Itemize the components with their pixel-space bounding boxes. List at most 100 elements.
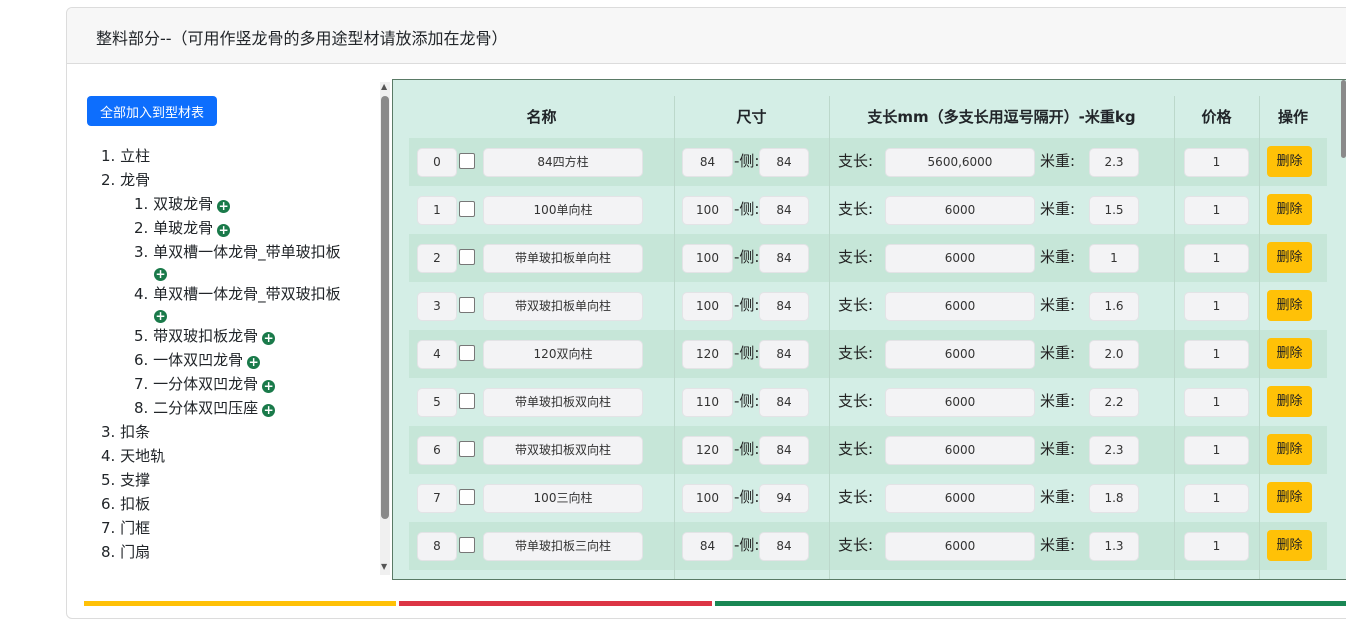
tree-item-label[interactable]: 1. 立柱 xyxy=(101,147,150,165)
size-input[interactable]: 100 xyxy=(682,292,733,321)
delete-button[interactable]: 删除 xyxy=(1267,242,1312,273)
scroll-up-icon[interactable]: ▲ xyxy=(381,82,387,91)
price-input[interactable]: 1 xyxy=(1184,196,1249,225)
plus-circle-icon[interactable]: + xyxy=(262,380,276,393)
length-input[interactable]: 6000 xyxy=(885,244,1035,273)
length-input[interactable]: 6000 xyxy=(885,532,1035,561)
price-input[interactable]: 1 xyxy=(1184,532,1249,561)
tree-item[interactable]: 7. 门框 xyxy=(101,516,341,540)
weight-input[interactable]: 1 xyxy=(1089,244,1139,273)
plus-circle-icon[interactable]: + xyxy=(217,200,231,213)
size-input[interactable]: 84 xyxy=(682,148,733,177)
tree-item-label[interactable]: 7. 一分体双凹龙骨 xyxy=(134,375,258,393)
name-input[interactable]: 84四方柱 xyxy=(483,148,643,177)
price-input[interactable]: 1 xyxy=(1184,148,1249,177)
name-input[interactable]: 100三向柱 xyxy=(483,484,643,513)
delete-button[interactable]: 删除 xyxy=(1267,482,1312,513)
name-input[interactable]: 带单玻扣板双向柱 xyxy=(483,388,643,417)
tree-item-label[interactable]: 8. 二分体双凹压座 xyxy=(134,399,258,417)
tree-item[interactable]: 8. 门扇 xyxy=(101,540,341,564)
tree-item[interactable]: 4. 天地轨 xyxy=(101,444,341,468)
weight-input[interactable]: 1.8 xyxy=(1089,484,1139,513)
row-checkbox[interactable] xyxy=(459,441,475,457)
length-input[interactable]: 6000 xyxy=(885,484,1035,513)
row-checkbox[interactable] xyxy=(459,297,475,313)
tree-item[interactable]: 8. 二分体双凹压座 + xyxy=(101,396,341,420)
tree-item-label[interactable]: 5. 支撑 xyxy=(101,471,150,489)
page-scrollbar[interactable] xyxy=(1341,80,1346,158)
length-input[interactable]: 6000 xyxy=(885,292,1035,321)
name-input[interactable]: 带双玻扣板单向柱 xyxy=(483,292,643,321)
plus-circle-icon[interactable]: + xyxy=(154,268,167,281)
length-input[interactable]: 5600,6000 xyxy=(885,148,1035,177)
tree-item[interactable]: 3. 扣条 xyxy=(101,420,341,444)
tree-item[interactable]: 2. 单玻龙骨 + xyxy=(101,216,341,240)
side-input[interactable]: 84 xyxy=(759,148,809,177)
scroll-thumb[interactable] xyxy=(381,96,389,519)
delete-button[interactable]: 删除 xyxy=(1267,290,1312,321)
row-checkbox[interactable] xyxy=(459,201,475,217)
row-checkbox[interactable] xyxy=(459,249,475,265)
side-input[interactable]: 84 xyxy=(759,532,809,561)
tree-item[interactable]: 6. 一体双凹龙骨 + xyxy=(101,348,341,372)
tree-item[interactable]: 5. 支撑 xyxy=(101,468,341,492)
red-button-edge[interactable] xyxy=(399,601,712,606)
tree-item-label[interactable]: 4. 天地轨 xyxy=(101,447,165,465)
name-input[interactable]: 100单向柱 xyxy=(483,196,643,225)
delete-button[interactable]: 删除 xyxy=(1267,434,1312,465)
name-input[interactable]: 带单玻扣板单向柱 xyxy=(483,244,643,273)
price-input[interactable]: 1 xyxy=(1184,484,1249,513)
tree-item[interactable]: 1. 立柱 xyxy=(101,144,341,168)
row-checkbox[interactable] xyxy=(459,537,475,553)
weight-input[interactable]: 1.6 xyxy=(1089,292,1139,321)
price-input[interactable]: 1 xyxy=(1184,244,1249,273)
size-input[interactable]: 110 xyxy=(682,388,733,417)
size-input[interactable]: 84 xyxy=(682,532,733,561)
name-input[interactable]: 120双向柱 xyxy=(483,340,643,369)
weight-input[interactable]: 1.3 xyxy=(1089,532,1139,561)
tree-item-label[interactable]: 2. 龙骨 xyxy=(101,171,150,189)
delete-button[interactable]: 删除 xyxy=(1267,146,1312,177)
tree-item-label[interactable]: 1. 双玻龙骨 xyxy=(134,195,213,213)
tree-item-label[interactable]: 3. 扣条 xyxy=(101,423,150,441)
row-checkbox[interactable] xyxy=(459,153,475,169)
row-checkbox[interactable] xyxy=(459,489,475,505)
weight-input[interactable]: 2.2 xyxy=(1089,388,1139,417)
tree-item-label[interactable]: 2. 单玻龙骨 xyxy=(134,219,213,237)
side-input[interactable]: 84 xyxy=(759,244,809,273)
green-button-edge[interactable] xyxy=(715,601,1346,606)
side-input[interactable]: 94 xyxy=(759,484,809,513)
size-input[interactable]: 120 xyxy=(682,340,733,369)
tree-item-label[interactable]: 6. 扣板 xyxy=(101,495,150,513)
delete-button[interactable]: 删除 xyxy=(1267,338,1312,369)
tree-item[interactable]: 2. 龙骨 xyxy=(101,168,341,192)
weight-input[interactable]: 2.3 xyxy=(1089,148,1139,177)
weight-input[interactable]: 2.3 xyxy=(1089,436,1139,465)
plus-circle-icon[interactable]: + xyxy=(217,224,231,237)
price-input[interactable]: 1 xyxy=(1184,340,1249,369)
price-input[interactable]: 1 xyxy=(1184,292,1249,321)
side-input[interactable]: 84 xyxy=(759,388,809,417)
tree-item[interactable]: 3. 单双槽一体龙骨_带单玻扣板 xyxy=(101,240,341,264)
weight-input[interactable]: 2.0 xyxy=(1089,340,1139,369)
price-input[interactable]: 1 xyxy=(1184,388,1249,417)
tree-item[interactable]: 4. 单双槽一体龙骨_带双玻扣板 xyxy=(101,282,341,306)
delete-button[interactable]: 删除 xyxy=(1267,386,1312,417)
price-input[interactable]: 1 xyxy=(1184,436,1249,465)
scroll-down-icon[interactable]: ▼ xyxy=(381,562,387,571)
plus-circle-icon[interactable]: + xyxy=(154,310,167,323)
yellow-button-edge[interactable] xyxy=(84,601,396,606)
length-input[interactable]: 6000 xyxy=(885,196,1035,225)
row-checkbox[interactable] xyxy=(459,345,475,361)
length-input[interactable]: 6000 xyxy=(885,436,1035,465)
length-input[interactable]: 6000 xyxy=(885,388,1035,417)
add-all-button[interactable]: 全部加入到型材表 xyxy=(87,96,217,126)
length-input[interactable]: 6000 xyxy=(885,340,1035,369)
tree-item[interactable]: 6. 扣板 xyxy=(101,492,341,516)
tree-item[interactable]: 5. 带双玻扣板龙骨 + xyxy=(101,324,341,348)
name-input[interactable]: 带双玻扣板双向柱 xyxy=(483,436,643,465)
delete-button[interactable]: 删除 xyxy=(1267,530,1312,561)
side-input[interactable]: 84 xyxy=(759,340,809,369)
delete-button[interactable]: 删除 xyxy=(1267,194,1312,225)
size-input[interactable]: 100 xyxy=(682,244,733,273)
